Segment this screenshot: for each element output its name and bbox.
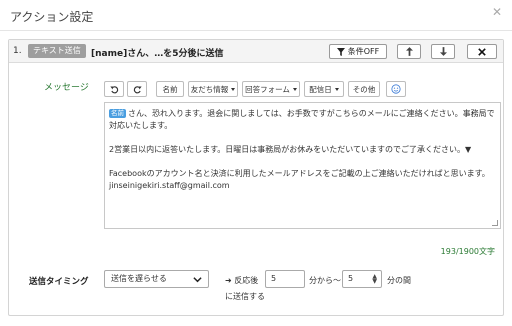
action-summary: [name]さん、…を5分後に送信 bbox=[91, 49, 224, 59]
delete-action-button[interactable] bbox=[467, 44, 497, 59]
arrow-down-icon bbox=[439, 47, 447, 56]
message-paragraph-3: Facebookのアカウント名と決済に利用したメールアドレスをご記載の上ご連絡い… bbox=[109, 169, 490, 178]
delivery-date-label: 配信日 bbox=[309, 84, 332, 94]
undo-button[interactable] bbox=[104, 81, 124, 97]
move-down-button[interactable] bbox=[431, 44, 455, 59]
send-timing-label: 送信タイミング bbox=[29, 277, 89, 287]
chevron-down-icon bbox=[231, 87, 236, 91]
redo-icon bbox=[133, 85, 142, 93]
chevron-down-icon bbox=[292, 87, 297, 91]
between-text: 分から〜 bbox=[309, 276, 341, 285]
char-counter: 193/1900文字 bbox=[440, 247, 495, 256]
timing-select[interactable]: 送信を遅らせる bbox=[104, 270, 209, 288]
chevron-down-icon bbox=[334, 87, 339, 91]
answer-form-label: 回答フォーム bbox=[245, 84, 290, 94]
undo-icon bbox=[109, 85, 118, 93]
chevron-down-icon bbox=[193, 277, 202, 283]
delay-from-value: 5 bbox=[271, 274, 277, 283]
emoji-button[interactable] bbox=[386, 81, 406, 97]
redo-button[interactable] bbox=[127, 81, 147, 97]
answer-form-dropdown[interactable]: 回答フォーム bbox=[242, 81, 300, 97]
stepper-icon[interactable]: ▲ ▼ bbox=[372, 274, 377, 285]
name-placeholder-chip: 名前 bbox=[109, 109, 126, 118]
after-reaction-text: ➜ 反応後 bbox=[225, 276, 259, 285]
action-header: 1. テキスト送信 [name]さん、…を5分後に送信 条件OFF bbox=[9, 40, 503, 63]
close-icon[interactable]: ✕ bbox=[490, 5, 504, 19]
timing-select-value: 送信を遅らせる bbox=[111, 274, 167, 283]
message-paragraph-2: 2営業日以内に返答いたします。日曜日は事務局がお休みをいただいていますのでご了承… bbox=[109, 145, 472, 154]
message-email: jinseinigekiri.staff@gmail.com bbox=[109, 181, 230, 190]
action-card: 1. テキスト送信 [name]さん、…を5分後に送信 条件OFF メッセージ … bbox=[8, 39, 504, 316]
minutes-range-text: 分の間 bbox=[387, 276, 411, 285]
condition-label: 条件OFF bbox=[347, 47, 380, 56]
friend-info-dropdown[interactable]: 友だち情報 bbox=[188, 81, 238, 97]
delay-to-input[interactable]: 5 ▲ ▼ bbox=[342, 270, 382, 288]
header-divider bbox=[0, 30, 512, 31]
message-label: メッセージ bbox=[44, 83, 89, 93]
friend-info-label: 友だち情報 bbox=[190, 84, 229, 94]
close-icon bbox=[478, 47, 486, 56]
message-line: 名前 さん、恐れ入ります。退会に関しましては、お手数ですがこちらのメールにご連絡く… bbox=[109, 108, 496, 132]
insert-name-button[interactable]: 名前 bbox=[156, 81, 184, 97]
move-up-button[interactable] bbox=[397, 44, 421, 59]
modal-title: アクション設定 bbox=[10, 10, 94, 24]
condition-toggle-button[interactable]: 条件OFF bbox=[329, 44, 387, 59]
filter-icon bbox=[336, 47, 345, 56]
arrow-up-icon bbox=[405, 47, 413, 56]
send-text: に送信する bbox=[225, 292, 265, 301]
message-editor[interactable]: 名前 さん、恐れ入ります。退会に関しましては、お手数ですがこちらのメールにご連絡く… bbox=[104, 102, 501, 229]
emoji-icon bbox=[391, 84, 401, 94]
delay-from-input[interactable]: 5 bbox=[265, 270, 305, 288]
delay-to-value: 5 bbox=[348, 274, 354, 283]
resize-handle[interactable] bbox=[492, 220, 498, 226]
other-button[interactable]: その他 bbox=[348, 81, 380, 97]
delivery-date-dropdown[interactable]: 配信日 bbox=[304, 81, 344, 97]
action-type-badge: テキスト送信 bbox=[28, 44, 86, 58]
action-index: 1. bbox=[13, 46, 22, 56]
message-paragraph-1: さん、恐れ入ります。退会に関しましては、お手数ですがこちらのメールにご連絡くださ… bbox=[109, 109, 495, 130]
